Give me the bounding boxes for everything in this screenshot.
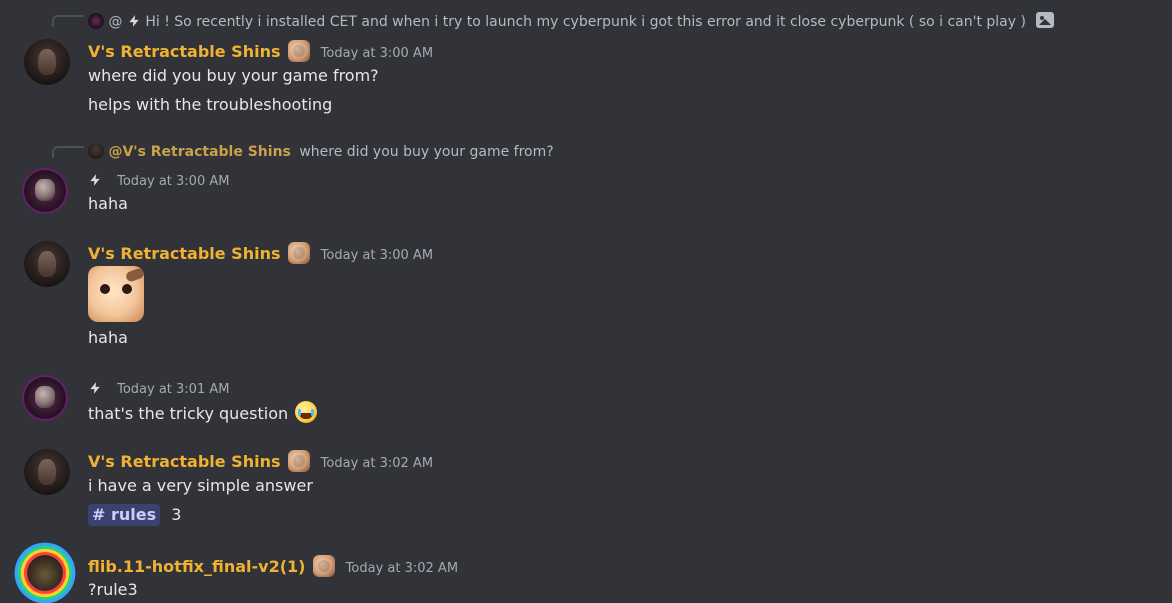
reply-mention[interactable]: @V's Retractable Shins: [108, 144, 290, 160]
message-header-5: V's Retractable Shins Today at 3:02 AM: [88, 450, 988, 474]
author-name[interactable]: flib.11-hotfix_final-v2(1): [88, 557, 305, 576]
timestamp: Today at 3:02 AM: [320, 456, 434, 471]
mini-avatar-v: [88, 143, 104, 159]
squirrel-badge-icon: [287, 242, 310, 264]
timestamp: Today at 3:02 AM: [345, 561, 459, 576]
message-line: i have a very simple answer: [88, 476, 313, 495]
reply-at: @: [108, 14, 123, 30]
avatar[interactable]: [24, 241, 70, 287]
squirrel-badge-icon: [287, 450, 310, 472]
message-text: that's the tricky question: [88, 404, 289, 423]
squirrel-badge-icon: [287, 40, 310, 62]
reply-preview-2[interactable]: @V's Retractable Shins where did you buy…: [52, 141, 752, 163]
message-header-6: flib.11-hotfix_final-v2(1) Today at 3:02…: [88, 555, 988, 579]
message-header-3: V's Retractable Shins Today at 3:00 AM: [88, 242, 988, 266]
message-line: haha: [88, 194, 128, 213]
lightning-bolt-icon[interactable]: [88, 173, 102, 187]
lightning-bolt-icon[interactable]: [88, 381, 102, 395]
timestamp: Today at 3:00 AM: [320, 248, 434, 263]
channel-mention-line: # rules 3: [88, 504, 181, 526]
avatar[interactable]: [22, 168, 68, 214]
reply-preview-1[interactable]: @ Hi ! So recently i installed CET and w…: [52, 10, 1055, 32]
channel-hash: #: [92, 505, 106, 524]
channel-suffix: 3: [171, 505, 182, 524]
reply-preview-content: @V's Retractable Shins where did you buy…: [88, 143, 554, 161]
message-header-2: Today at 3:00 AM: [88, 170, 788, 194]
message-line: where did you buy your game from?: [88, 66, 379, 85]
avatar[interactable]: [24, 39, 70, 85]
message-line: that's the tricky question: [88, 401, 318, 425]
mini-avatar-bolt: [88, 13, 104, 29]
channel-name: rules: [110, 505, 157, 524]
lightning-bolt-icon: [129, 15, 139, 27]
message-line: ?rule3: [88, 580, 138, 599]
channel-mention[interactable]: # rules: [88, 504, 161, 526]
message-line: haha: [88, 328, 128, 347]
author-name[interactable]: V's Retractable Shins: [88, 42, 280, 61]
chat-messages: @ Hi ! So recently i installed CET and w…: [0, 0, 1172, 603]
timestamp: Today at 3:01 AM: [117, 382, 230, 397]
timestamp: Today at 3:00 AM: [320, 46, 434, 61]
laughing-tears-emoji-icon: [295, 401, 318, 423]
reply-preview-text: where did you buy your game from?: [299, 144, 554, 160]
message-header-1: V's Retractable Shins Today at 3:00 AM: [88, 40, 988, 64]
message-header-4: Today at 3:01 AM: [88, 378, 788, 402]
image-attachment-icon: [1036, 12, 1055, 28]
avatar[interactable]: [27, 555, 63, 591]
squirrel-sticker[interactable]: [88, 266, 144, 322]
avatar[interactable]: [22, 375, 68, 421]
avatar[interactable]: [24, 449, 70, 495]
message-line: helps with the troubleshooting: [88, 95, 333, 114]
reply-connector: [52, 15, 84, 27]
reply-preview-content: @ Hi ! So recently i installed CET and w…: [88, 12, 1055, 31]
author-name[interactable]: V's Retractable Shins: [88, 452, 280, 471]
reply-connector: [52, 146, 84, 158]
timestamp: Today at 3:00 AM: [117, 174, 230, 189]
reply-preview-text: Hi ! So recently i installed CET and whe…: [145, 14, 1026, 30]
author-name[interactable]: V's Retractable Shins: [88, 244, 280, 263]
squirrel-badge-icon: [312, 555, 335, 577]
